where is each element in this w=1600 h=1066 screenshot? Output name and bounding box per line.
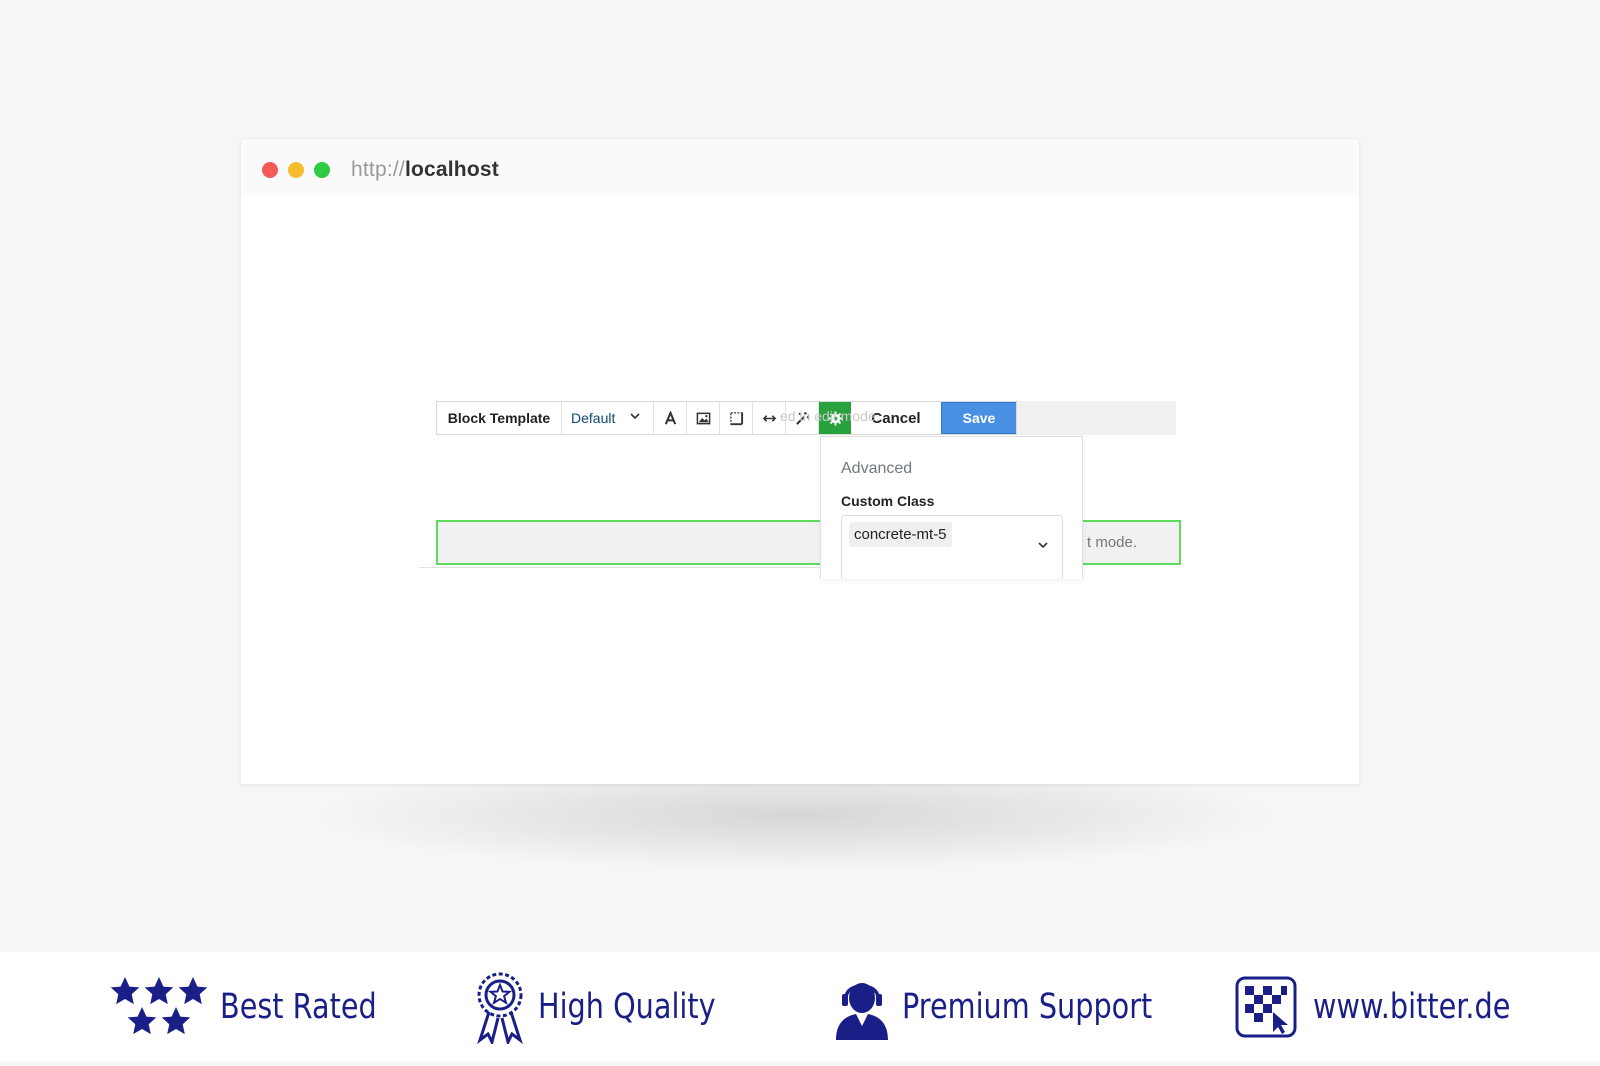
feature-high-quality: High Quality (474, 952, 755, 1061)
maximize-window-button[interactable] (314, 162, 330, 178)
url-protocol: http:// (351, 158, 405, 181)
browser-window: http://localhost Block Template Default (241, 139, 1359, 784)
font-icon (664, 410, 676, 425)
feature-best-rated: Best Rated (108, 952, 411, 1061)
border-button[interactable] (720, 402, 753, 434)
feature-footer: Best Rated High Quality Premium Support (0, 952, 1600, 1061)
bitter-logo-icon (1235, 976, 1297, 1037)
feature-label: High Quality (538, 986, 716, 1027)
url-host: localhost (404, 158, 499, 181)
website-link[interactable]: www.bitter.de (1313, 987, 1510, 1027)
custom-class-label: Custom Class (841, 493, 935, 509)
block-placeholder-text: ed in edit mode. (780, 408, 880, 424)
panel-title: Advanced (841, 460, 913, 477)
feature-label: Best Rated (220, 986, 377, 1027)
custom-class-tag[interactable]: concrete-mt-5 (849, 522, 952, 547)
feature-premium-support: Premium Support (834, 952, 1207, 1061)
block-template-value: Default (571, 410, 616, 426)
block-template-label: Block Template (437, 402, 562, 434)
divider-line (419, 567, 824, 568)
custom-class-select[interactable]: concrete-mt-5 (841, 515, 1063, 579)
address-bar[interactable]: http://localhost (351, 156, 499, 184)
font-style-button[interactable] (654, 402, 687, 434)
background-image-button[interactable] (687, 402, 720, 434)
chevron-down-icon (1038, 542, 1048, 549)
support-agent-icon (836, 982, 888, 1040)
feature-label: Premium Support (902, 986, 1153, 1027)
minimize-window-button[interactable] (288, 162, 304, 178)
stars-icon (110, 976, 208, 1034)
block-template-select[interactable]: Default (562, 402, 654, 434)
save-button[interactable]: Save (941, 402, 1016, 434)
image-icon (696, 412, 710, 424)
resize-icon (762, 414, 776, 422)
border-icon (729, 411, 743, 425)
award-icon (477, 972, 523, 1044)
toolbar-group: Block Template Default Cancel Save (436, 401, 1017, 435)
block-content-text: t mode. (1087, 534, 1138, 551)
browser-titlebar: http://localhost (241, 139, 1359, 195)
chevron-down-icon (630, 413, 640, 420)
feature-website[interactable]: www.bitter.de (1235, 952, 1554, 1061)
close-window-button[interactable] (262, 162, 278, 178)
advanced-settings-panel: Advanced Custom Class concrete-mt-5 (820, 436, 1083, 579)
